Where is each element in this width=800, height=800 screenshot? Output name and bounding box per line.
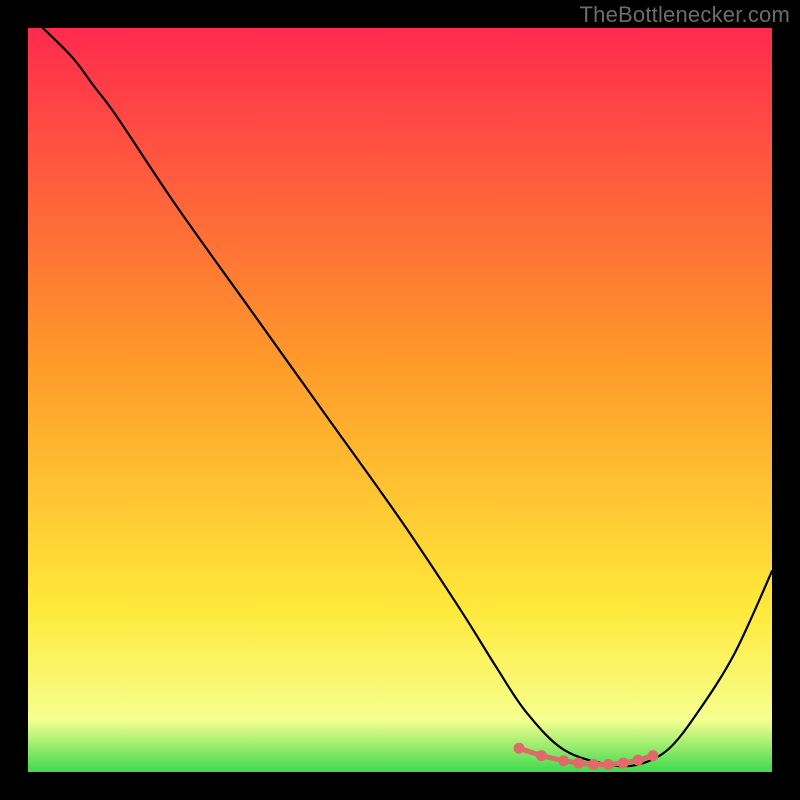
chart-svg [28,28,772,772]
highlight-dot [536,750,547,761]
highlight-dot [618,758,629,769]
highlight-dot [603,759,614,770]
highlight-dot [514,743,525,754]
attribution-text: TheBottlenecker.com [580,2,790,28]
highlight-dot [558,755,569,766]
highlight-dot [647,750,658,761]
chart-background [28,28,772,772]
highlight-dot [573,758,584,769]
chart-plot-area [28,28,772,772]
highlight-dot [633,755,644,766]
highlight-dot [588,759,599,770]
